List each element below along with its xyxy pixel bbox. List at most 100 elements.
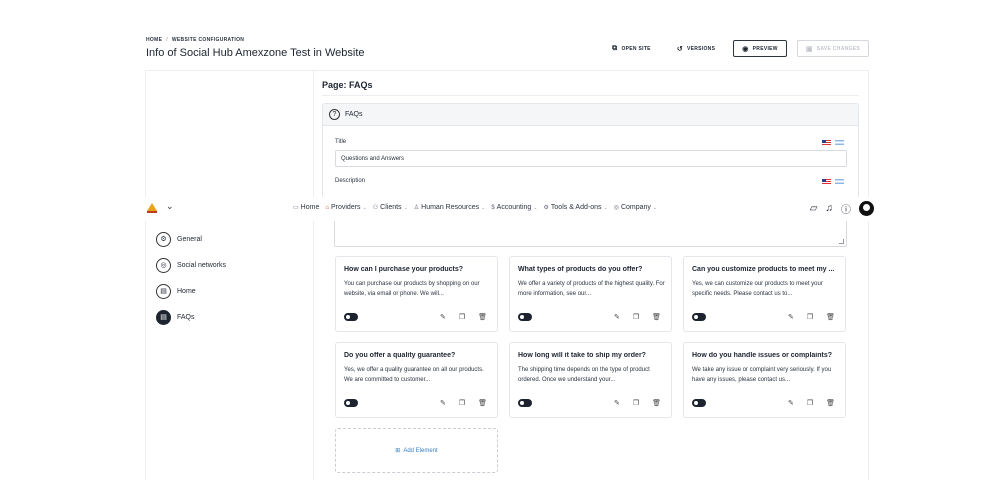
versions-button[interactable]: ↺ VERSIONS [669, 40, 723, 57]
chevron-down-icon: ⌄ [481, 204, 486, 211]
faq-card[interactable]: Do you offer a quality guarantee? Yes, w… [335, 342, 498, 418]
faq-card[interactable]: How do you handle issues or complaints? … [683, 342, 846, 418]
save-changes-button[interactable]: ▣ SAVE CHANGES [796, 40, 869, 57]
nav-item-home[interactable]: ▭ Home [293, 204, 319, 211]
notes-icon[interactable]: ▱ [810, 203, 818, 214]
page-title: Info of Social Hub Amexzone Test in Webs… [146, 47, 365, 59]
trash-icon[interactable]: 🗑 [478, 313, 487, 321]
logo-icon[interactable] [146, 202, 158, 214]
visibility-toggle[interactable] [344, 313, 358, 321]
copy-icon[interactable]: ❐ [633, 399, 639, 407]
faq-answer: Yes, we offer a quality guarantee on all… [344, 367, 484, 383]
trash-icon[interactable]: 🗑 [478, 399, 487, 407]
flag-ar-icon[interactable] [835, 140, 844, 145]
top-navbar: ⌄ ▭ Home ⌂ Providers ⌄ ⚇ Clients ⌄ ♙ Hum… [0, 197, 1000, 221]
edit-icon[interactable]: ✎ [440, 313, 446, 321]
sidebar-item-social-networks[interactable]: ◎ Social networks [156, 257, 226, 273]
nav-item-accounting[interactable]: $ Accounting ⌄ [491, 204, 537, 211]
faq-card[interactable]: How can I purchase your products? You ca… [335, 256, 498, 332]
sidebar-item-general[interactable]: ⚙ General [156, 231, 226, 247]
help-icon[interactable]: ⓘ [841, 201, 851, 216]
visibility-toggle[interactable] [692, 313, 706, 321]
copy-icon[interactable]: ❐ [459, 399, 465, 407]
description-textarea[interactable] [334, 221, 847, 247]
edit-icon[interactable]: ✎ [788, 399, 794, 407]
add-element-button[interactable]: ⊞ Add Element [335, 428, 498, 473]
nav-item-providers[interactable]: ⌂ Providers ⌄ [325, 204, 366, 211]
edit-icon[interactable]: ✎ [614, 399, 620, 407]
flag-us-icon[interactable] [822, 179, 831, 184]
trash-icon[interactable]: 🗑 [826, 313, 835, 321]
versions-label: VERSIONS [686, 45, 716, 52]
copy-icon[interactable]: ❐ [459, 313, 465, 321]
chevron-down-icon: ⌄ [603, 204, 608, 211]
nav-label: Accounting [496, 204, 532, 211]
nav-menu: ▭ Home ⌂ Providers ⌄ ⚇ Clients ⌄ ♙ Human… [293, 204, 657, 211]
nav-item-company[interactable]: ◎ Company ⌄ [614, 204, 657, 211]
breadcrumb: HOME / WEBSITE CONFIGURATION [146, 37, 244, 43]
open-site-button[interactable]: ⧉ OPEN SITE [604, 40, 659, 57]
edit-icon[interactable]: ✎ [788, 313, 794, 321]
breadcrumb-current: WEBSITE CONFIGURATION [171, 37, 245, 43]
title-input[interactable]: Questions and Answers [335, 150, 847, 167]
avatar[interactable] [859, 201, 874, 216]
sidebar-item-label: General [177, 235, 202, 243]
monitor-icon: ▭ [293, 205, 299, 211]
sidebar-item-faqs[interactable]: ▤ FAQs [156, 309, 226, 325]
card-actions: ✎ ❐ 🗑 [614, 399, 661, 407]
description-label: Description [335, 178, 366, 184]
visibility-toggle[interactable] [692, 399, 706, 407]
flag-ar-icon[interactable] [835, 179, 844, 184]
faq-card[interactable]: What types of products do you offer? We … [509, 256, 672, 332]
faq-question: How long will it take to ship my order? [518, 352, 646, 359]
trash-icon[interactable]: 🗑 [826, 399, 835, 407]
trash-icon[interactable]: 🗑 [652, 399, 661, 407]
nav-label: Clients [380, 204, 402, 211]
nav-item-clients[interactable]: ⚇ Clients ⌄ [373, 204, 408, 211]
faq-question: How do you handle issues or complaints? [692, 352, 833, 359]
language-flags-description [822, 179, 844, 184]
faq-question: What types of products do you offer? [518, 266, 643, 273]
header-actions: ⧉ OPEN SITE ↺ VERSIONS ◉ PREVIEW ▣ SAVE … [604, 40, 869, 57]
sidebar-item-home[interactable]: ▤ Home [156, 283, 226, 299]
sidebar-item-label: Home [177, 287, 196, 295]
nav-item-tools[interactable]: ⚙ Tools & Add-ons ⌄ [544, 204, 608, 211]
bell-icon[interactable]: ♫ [826, 203, 834, 214]
edit-icon[interactable]: ✎ [440, 399, 446, 407]
faq-answer: We take any issue or complaint very seri… [692, 367, 832, 383]
chevron-down-icon[interactable]: ⌄ [166, 201, 174, 212]
preview-button[interactable]: ◉ PREVIEW [733, 40, 787, 57]
nav-item-human-resources[interactable]: ♙ Human Resources ⌄ [414, 204, 486, 211]
store-icon: ⌂ [325, 204, 329, 211]
nav-label: Human Resources [421, 204, 480, 211]
faq-card-footer: ✎ ❐ 🗑 [344, 399, 487, 407]
chevron-down-icon: ⌄ [652, 204, 658, 211]
copy-icon[interactable]: ❐ [807, 399, 813, 407]
question-icon: ? [329, 109, 340, 120]
save-changes-label: SAVE CHANGES [816, 45, 860, 52]
edit-icon[interactable]: ✎ [614, 313, 620, 321]
save-icon: ▣ [805, 45, 813, 53]
trash-icon[interactable]: 🗑 [652, 313, 661, 321]
faq-card-footer: ✎ ❐ 🗑 [518, 313, 661, 321]
nav-actions: ▱ ♫ ⓘ [810, 201, 874, 216]
history-icon: ↺ [676, 45, 683, 53]
visibility-toggle[interactable] [344, 399, 358, 407]
faq-section-header[interactable]: ? FAQs [323, 104, 858, 126]
faq-card-footer: ✎ ❐ 🗑 [518, 399, 661, 407]
copy-icon[interactable]: ❐ [633, 313, 639, 321]
visibility-toggle[interactable] [518, 313, 532, 321]
faq-question: How can I purchase your products? [344, 266, 464, 273]
visibility-toggle[interactable] [518, 399, 532, 407]
copy-icon[interactable]: ❐ [807, 313, 813, 321]
card-actions: ✎ ❐ 🗑 [788, 399, 835, 407]
document-icon: ▤ [156, 283, 171, 299]
faq-card[interactable]: How long will it take to ship my order? … [509, 342, 672, 418]
faq-question: Do you offer a quality guarantee? [344, 352, 456, 359]
external-link-icon: ⧉ [612, 44, 618, 52]
faq-card[interactable]: Can you customize products to meet my ..… [683, 256, 846, 332]
flag-us-icon[interactable] [822, 140, 831, 145]
faq-section: ? FAQs Title Questions and Answers Descr… [322, 103, 859, 198]
breadcrumb-home[interactable]: HOME [146, 37, 162, 43]
nav-label: Company [620, 204, 651, 211]
